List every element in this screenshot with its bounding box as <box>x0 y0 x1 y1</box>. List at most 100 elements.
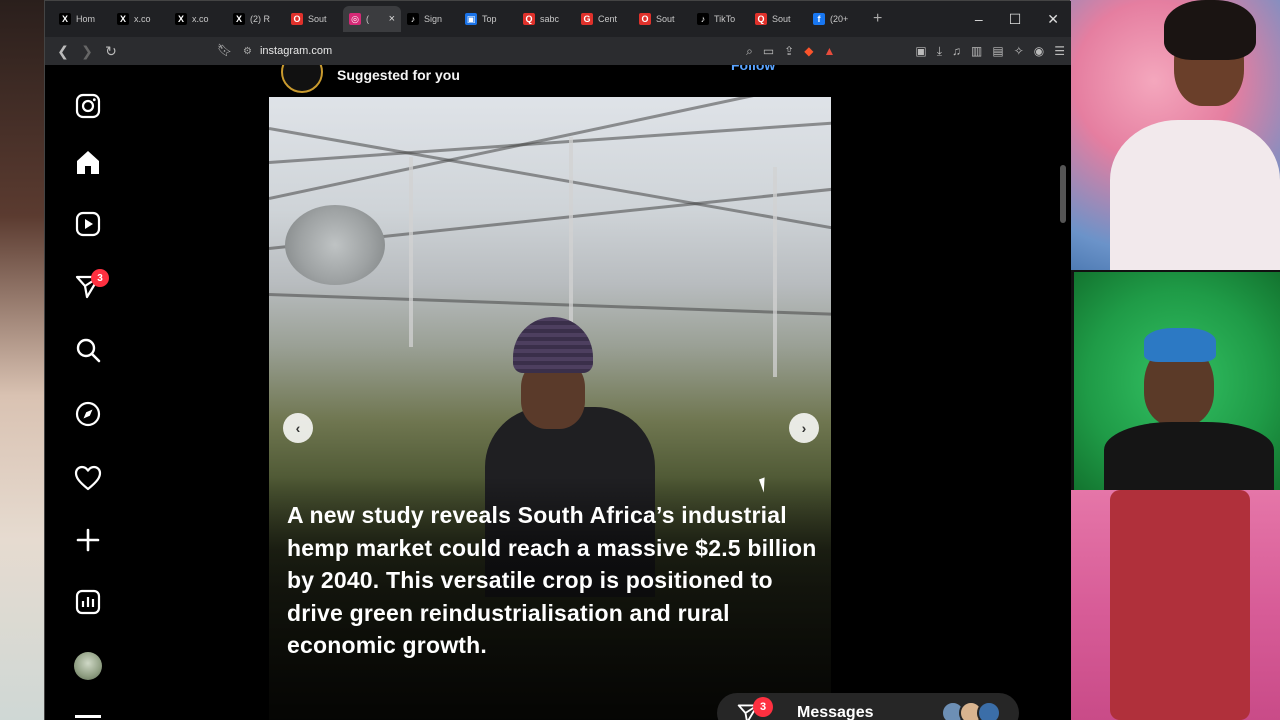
compass-icon[interactable] <box>73 399 103 429</box>
screenshot-icon[interactable]: ▣ <box>915 44 926 58</box>
browser-toolbar: ⌕ ▭ ⇪ ◆ ▲ ▣ ⤓ ♫ ▥ ▤ ✧ ◉ ☰ <box>746 37 1065 65</box>
tab-11[interactable]: ♪ TikTo <box>691 6 749 32</box>
plus-icon[interactable] <box>73 525 103 555</box>
reels-icon[interactable] <box>73 209 103 239</box>
post-image[interactable]: A new study reveals South Africa’s indus… <box>269 97 831 720</box>
google-icon: G <box>581 13 593 25</box>
back-icon[interactable]: ❮ <box>51 43 75 60</box>
tab-bar: X Hom Xx.co Xx.co X (2) R O Sout ◎(× ♪ Sign ▣ Top Qsa… <box>45 1 1071 37</box>
chart-icon[interactable] <box>73 587 103 617</box>
tab-1[interactable]: Xx.co <box>111 6 169 32</box>
tab-8[interactable]: Qsabc <box>517 6 575 32</box>
tab-3[interactable]: X (2) R <box>227 6 285 32</box>
address-bar: ❮ ❯ ↻ 🔖︎ ⚙ instagram.com ⌕ ▭ ⇪ ◆ ▲ ▣ ⤓ ♫… <box>45 37 1071 65</box>
messages-button[interactable]: 3 Messages <box>717 693 1019 720</box>
cast-icon[interactable]: ▭ <box>763 44 774 58</box>
menu-icon[interactable]: ☰ <box>1054 44 1065 58</box>
tab-label: Sign <box>424 14 443 24</box>
window-controls: – ☐ ✕ <box>975 1 1059 37</box>
tab-label: (2) R <box>250 14 270 24</box>
tab-label: sabc <box>540 14 560 24</box>
avatar <box>977 701 1001 720</box>
close-window-icon[interactable]: ✕ <box>1047 11 1059 28</box>
x-icon: X <box>233 13 245 25</box>
bookmark-icon[interactable]: 🔖︎ <box>217 43 232 57</box>
tab-label: Top <box>482 14 497 24</box>
tab-2[interactable]: Xx.co <box>169 6 227 32</box>
home-icon[interactable] <box>73 147 103 177</box>
direct-badge: 3 <box>91 269 109 287</box>
share-icon[interactable]: ⇪ <box>784 44 794 58</box>
search-icon[interactable] <box>73 335 103 365</box>
video-panel-host <box>1074 272 1280 490</box>
search-icon: Q <box>755 13 767 25</box>
new-tab-button[interactable]: + <box>873 10 882 28</box>
tab-label: Cent <box>598 14 618 24</box>
tab-label: Sout <box>656 14 675 24</box>
vpn-icon[interactable]: ◉ <box>1034 44 1044 58</box>
facebook-icon: f <box>813 13 825 25</box>
instagram-logo-icon[interactable] <box>73 91 103 121</box>
post-header: Suggested for you Follow <box>281 65 841 93</box>
opera-icon: O <box>291 13 303 25</box>
x-icon: X <box>59 13 71 25</box>
tab-0[interactable]: X Hom <box>53 6 111 32</box>
tab-label: Sout <box>772 14 791 24</box>
tab-10[interactable]: O Sout <box>633 6 691 32</box>
sidebar-toggle-icon[interactable]: ▥ <box>971 44 982 58</box>
url-field[interactable]: ⚙ instagram.com <box>243 42 803 60</box>
tab-4[interactable]: O Sout <box>285 6 343 32</box>
instagram-page: 3 Suggested for you Follow A new study r… <box>45 65 1071 720</box>
maximize-icon[interactable]: ☐ <box>1009 11 1022 28</box>
tab-label: Sout <box>308 14 327 24</box>
zoom-icon[interactable]: ⌕ <box>746 44 753 59</box>
tab-6[interactable]: ♪ Sign <box>401 6 459 32</box>
video-panel-dancer <box>1070 490 1280 720</box>
video-panel-performer <box>1070 0 1280 270</box>
forward-icon[interactable]: ❯ <box>75 43 99 60</box>
tab-label: ( <box>366 14 369 24</box>
carousel-prev-button[interactable]: ‹ <box>283 413 313 443</box>
tab-label: x.co <box>134 14 151 24</box>
opera-icon: O <box>639 13 651 25</box>
browser-window: X Hom Xx.co Xx.co X (2) R O Sout ◎(× ♪ Sign ▣ Top Qsa… <box>44 0 1071 720</box>
tab-label: Hom <box>76 14 96 24</box>
post-author-avatar[interactable] <box>281 65 323 93</box>
close-tab-icon[interactable]: × <box>389 13 395 25</box>
generic-icon: ▣ <box>465 13 477 25</box>
tab-label: x.co <box>192 14 209 24</box>
instagram-sidebar: 3 <box>45 65 131 720</box>
messages-badge: 3 <box>753 697 773 717</box>
url-text: instagram.com <box>259 45 333 57</box>
tab-9[interactable]: G Cent <box>575 6 633 32</box>
minimize-icon[interactable]: – <box>975 11 983 27</box>
download-icon[interactable]: ⤓ <box>937 44 942 59</box>
ai-assistant-icon[interactable]: ✧ <box>1014 44 1024 58</box>
tab-7[interactable]: ▣ Top <box>459 6 517 32</box>
avatar[interactable] <box>73 651 103 681</box>
brave-shield-icon[interactable]: ◆ <box>804 44 813 58</box>
scrollbar-thumb[interactable] <box>1060 165 1066 223</box>
carousel-next-button[interactable]: › <box>789 413 819 443</box>
x-icon: X <box>117 13 129 25</box>
x-icon: X <box>175 13 187 25</box>
wallet-icon[interactable]: ▤ <box>992 44 1003 58</box>
instagram-icon: ◎ <box>349 13 361 25</box>
brave-rewards-icon[interactable]: ▲ <box>823 44 835 58</box>
messages-avatars <box>941 701 1001 720</box>
music-icon[interactable]: ♫ <box>952 44 961 58</box>
reload-icon[interactable]: ↻ <box>99 43 123 60</box>
site-info-icon[interactable]: ⚙ <box>243 46 252 57</box>
tab-5[interactable]: ◎ ( × <box>343 6 401 32</box>
suggested-label: Suggested for you <box>337 67 460 83</box>
tab-12[interactable]: Q Sout <box>749 6 807 32</box>
messages-label: Messages <box>797 704 874 720</box>
tab-label: TikTo <box>714 14 736 24</box>
tiktok-icon: ♪ <box>407 13 419 25</box>
heart-icon[interactable] <box>73 463 103 493</box>
tab-13[interactable]: f (20+ <box>807 6 865 32</box>
search-icon: Q <box>523 13 535 25</box>
page-scrollbar[interactable] <box>1059 65 1067 720</box>
more-menu-icon[interactable] <box>75 715 101 718</box>
follow-button[interactable]: Follow <box>731 65 775 73</box>
